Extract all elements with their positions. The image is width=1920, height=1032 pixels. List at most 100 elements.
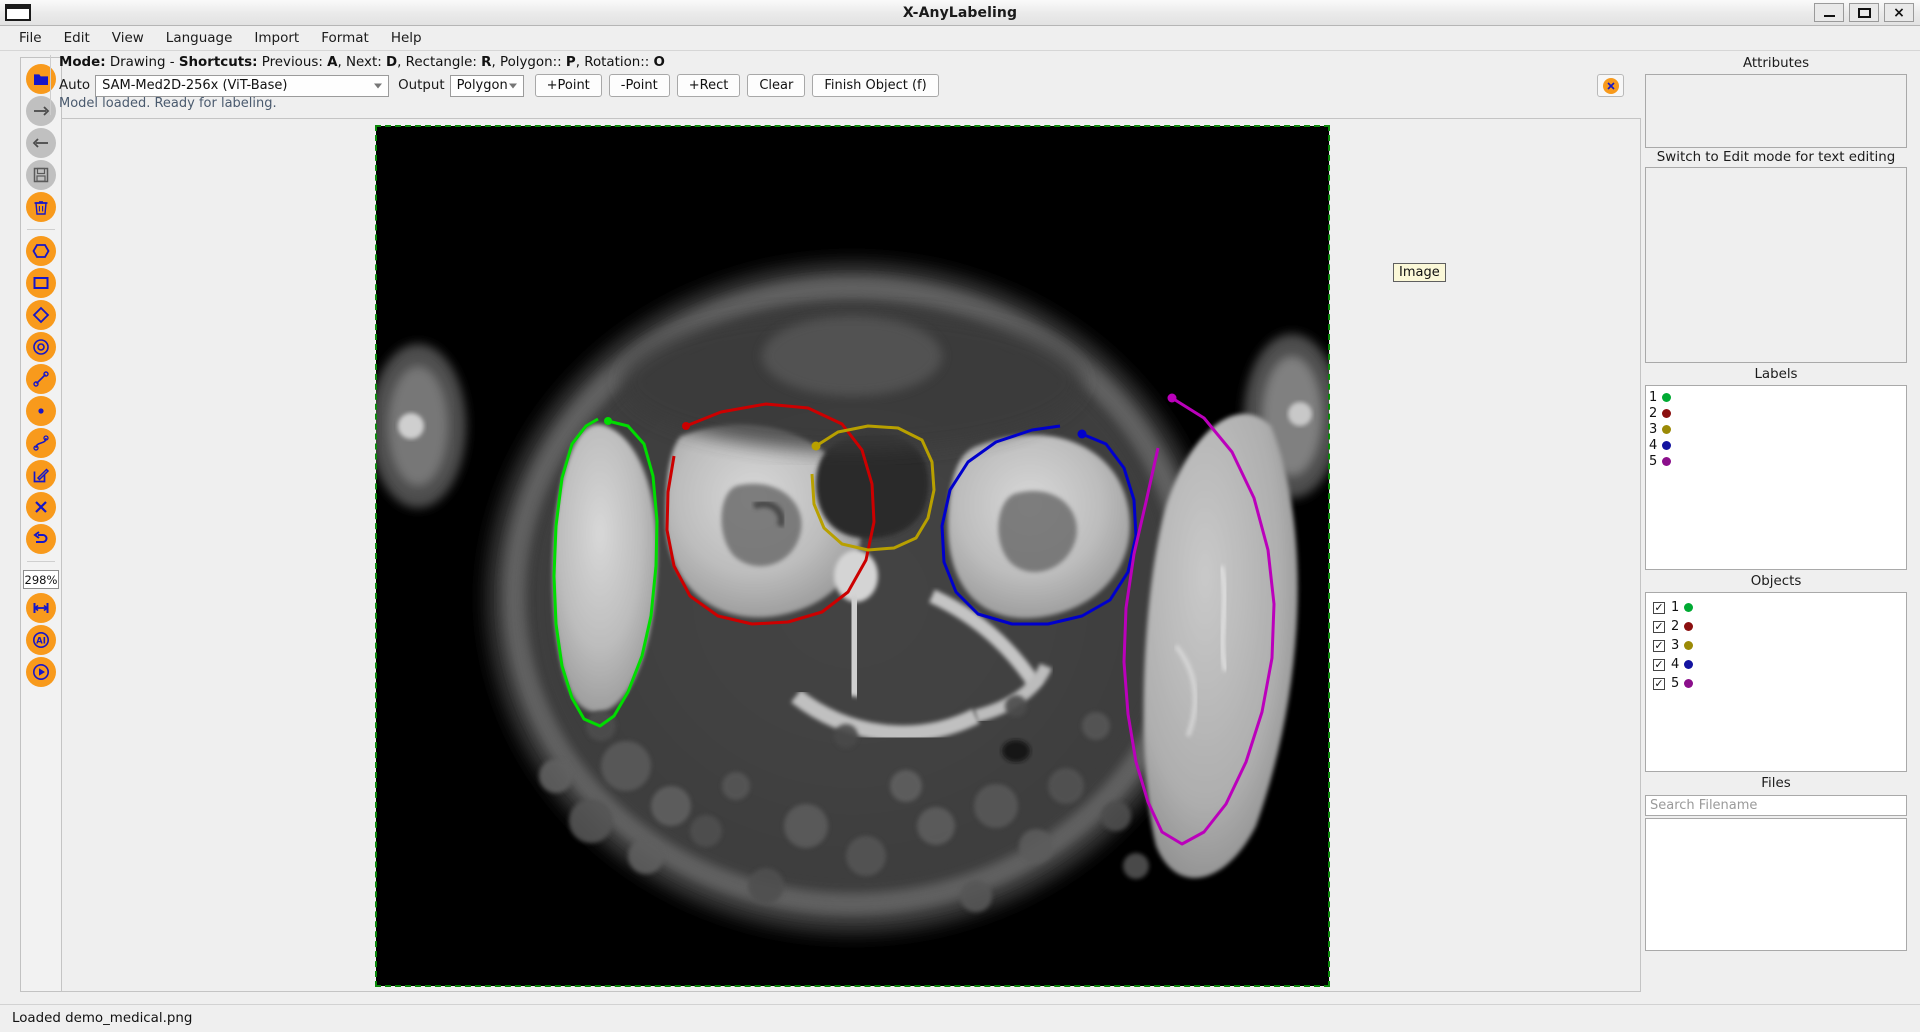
object-row[interactable]: ✓ 1	[1646, 598, 1906, 617]
output-label: Output	[398, 78, 445, 93]
model-status-message: Model loaded. Ready for labeling.	[59, 96, 277, 111]
shortcut-polygon-key: P	[565, 55, 576, 70]
menu-language[interactable]: Language	[155, 27, 244, 49]
label-color-dot	[1662, 392, 1672, 402]
delete-shape-icon[interactable]	[26, 492, 56, 522]
clear-button[interactable]: Clear	[747, 74, 806, 97]
label-row[interactable]: 3	[1646, 421, 1906, 437]
edit-polygon-icon[interactable]	[26, 460, 56, 490]
label-id: 1	[1649, 389, 1658, 405]
object-color-dot	[1684, 603, 1694, 612]
label-color-dot	[1662, 440, 1672, 450]
menu-file[interactable]: File	[8, 27, 53, 49]
add-point-button[interactable]: +Point	[534, 74, 602, 97]
files-list-panel[interactable]	[1645, 818, 1907, 951]
labels-title: Labels	[1754, 367, 1798, 382]
label-id: 3	[1649, 421, 1658, 437]
shortcut-next-tail: ,	[397, 55, 402, 70]
search-filename-input[interactable]	[1645, 795, 1907, 816]
fit-width-icon[interactable]	[26, 593, 56, 623]
window-title: X-AnyLabeling	[902, 4, 1018, 21]
window-controls: ×	[1814, 3, 1914, 22]
medical-image-svg	[376, 126, 1329, 986]
menu-view[interactable]: View	[101, 27, 155, 49]
chevron-down-icon	[508, 83, 517, 88]
label-row[interactable]: 4	[1646, 437, 1906, 453]
shortcut-rect-tail: ,	[491, 55, 496, 70]
save-icon[interactable]	[26, 160, 56, 190]
minimize-icon	[1823, 15, 1835, 17]
circle-icon[interactable]	[26, 332, 56, 362]
output-select[interactable]: Polygon	[449, 74, 524, 97]
close-button[interactable]: ×	[1884, 3, 1914, 22]
remove-point-button[interactable]: -Point	[608, 74, 670, 97]
shortcut-rotation-label: Rotation::	[584, 55, 650, 70]
object-visibility-checkbox[interactable]: ✓	[1653, 620, 1665, 633]
previous-arrow-icon[interactable]	[26, 128, 56, 158]
object-visibility-checkbox[interactable]: ✓	[1653, 601, 1665, 614]
objects-title: Objects	[1750, 574, 1802, 589]
title-bar: X-AnyLabeling ×	[0, 0, 1920, 26]
menu-help[interactable]: Help	[380, 27, 433, 49]
label-id: 2	[1649, 405, 1658, 421]
close-autolabel-icon	[1602, 77, 1619, 94]
shortcut-previous-tail: ,	[337, 55, 342, 70]
object-id: 4	[1671, 657, 1680, 672]
close-autolabel-button[interactable]	[1597, 74, 1624, 97]
shortcut-rotation-key: O	[653, 55, 665, 70]
rectangle-icon[interactable]	[26, 268, 56, 298]
shortcut-next-key: D	[386, 55, 398, 70]
object-visibility-checkbox[interactable]: ✓	[1653, 677, 1665, 690]
medical-image[interactable]	[375, 125, 1330, 987]
object-visibility-checkbox[interactable]: ✓	[1653, 639, 1665, 652]
auto-label: Auto	[59, 78, 91, 93]
menu-edit[interactable]: Edit	[53, 27, 101, 49]
left-toolbar: 298% AI	[20, 57, 62, 992]
label-row[interactable]: 5	[1646, 453, 1906, 469]
label-id: 4	[1649, 437, 1658, 453]
object-row[interactable]: ✓ 4	[1646, 655, 1906, 674]
line-icon[interactable]	[26, 364, 56, 394]
label-color-dot	[1662, 424, 1672, 434]
object-row[interactable]: ✓ 3	[1646, 636, 1906, 655]
labels-panel[interactable]: 1 2 3 4 5	[1645, 385, 1907, 570]
chevron-down-icon	[374, 83, 383, 88]
label-row[interactable]: 1	[1646, 389, 1906, 405]
object-color-dot	[1684, 641, 1694, 650]
minimize-button[interactable]	[1814, 3, 1844, 22]
attributes-panel[interactable]	[1645, 74, 1907, 148]
objects-panel[interactable]: ✓ 1 ✓ 2 ✓ 3 ✓ 4 ✓ 5	[1645, 592, 1907, 772]
shortcut-previous-key: A	[327, 55, 338, 70]
image-canvas[interactable]: Image	[61, 118, 1641, 992]
run-play-icon[interactable]	[26, 657, 56, 687]
label-row[interactable]: 2	[1646, 405, 1906, 421]
menu-format[interactable]: Format	[310, 27, 380, 49]
delete-trash-icon[interactable]	[26, 192, 56, 222]
undo-icon[interactable]	[26, 524, 56, 554]
object-id: 2	[1671, 619, 1680, 634]
close-icon: ×	[1893, 4, 1905, 21]
object-row[interactable]: ✓ 5	[1646, 674, 1906, 693]
ai-assistant-icon[interactable]: AI	[26, 625, 56, 655]
maximize-button[interactable]	[1849, 3, 1879, 22]
label-color-dot	[1662, 408, 1672, 418]
model-select-value: SAM-Med2D-256x (ViT-Base)	[102, 78, 288, 93]
zoom-level-input[interactable]: 298%	[23, 570, 59, 589]
menu-import[interactable]: Import	[243, 27, 310, 49]
add-rect-button[interactable]: +Rect	[676, 74, 741, 97]
finish-object-button[interactable]: Finish Object (f)	[812, 74, 939, 97]
linestrip-icon[interactable]	[26, 428, 56, 458]
object-row[interactable]: ✓ 2	[1646, 617, 1906, 636]
object-color-dot	[1684, 660, 1694, 669]
shortcut-next-label: Next:	[346, 55, 382, 70]
point-icon[interactable]	[26, 396, 56, 426]
shortcut-rect-label: Rectangle:	[405, 55, 477, 70]
shortcut-previous-label: Previous:	[261, 55, 323, 70]
model-select[interactable]: SAM-Med2D-256x (ViT-Base)	[95, 74, 390, 97]
polygon-icon[interactable]	[26, 236, 56, 266]
rotation-icon[interactable]	[26, 300, 56, 330]
mode-value: Drawing	[109, 55, 166, 70]
text-edit-panel[interactable]	[1645, 167, 1907, 363]
menu-bar: File Edit View Language Import Format He…	[0, 26, 1920, 51]
object-visibility-checkbox[interactable]: ✓	[1653, 658, 1665, 671]
